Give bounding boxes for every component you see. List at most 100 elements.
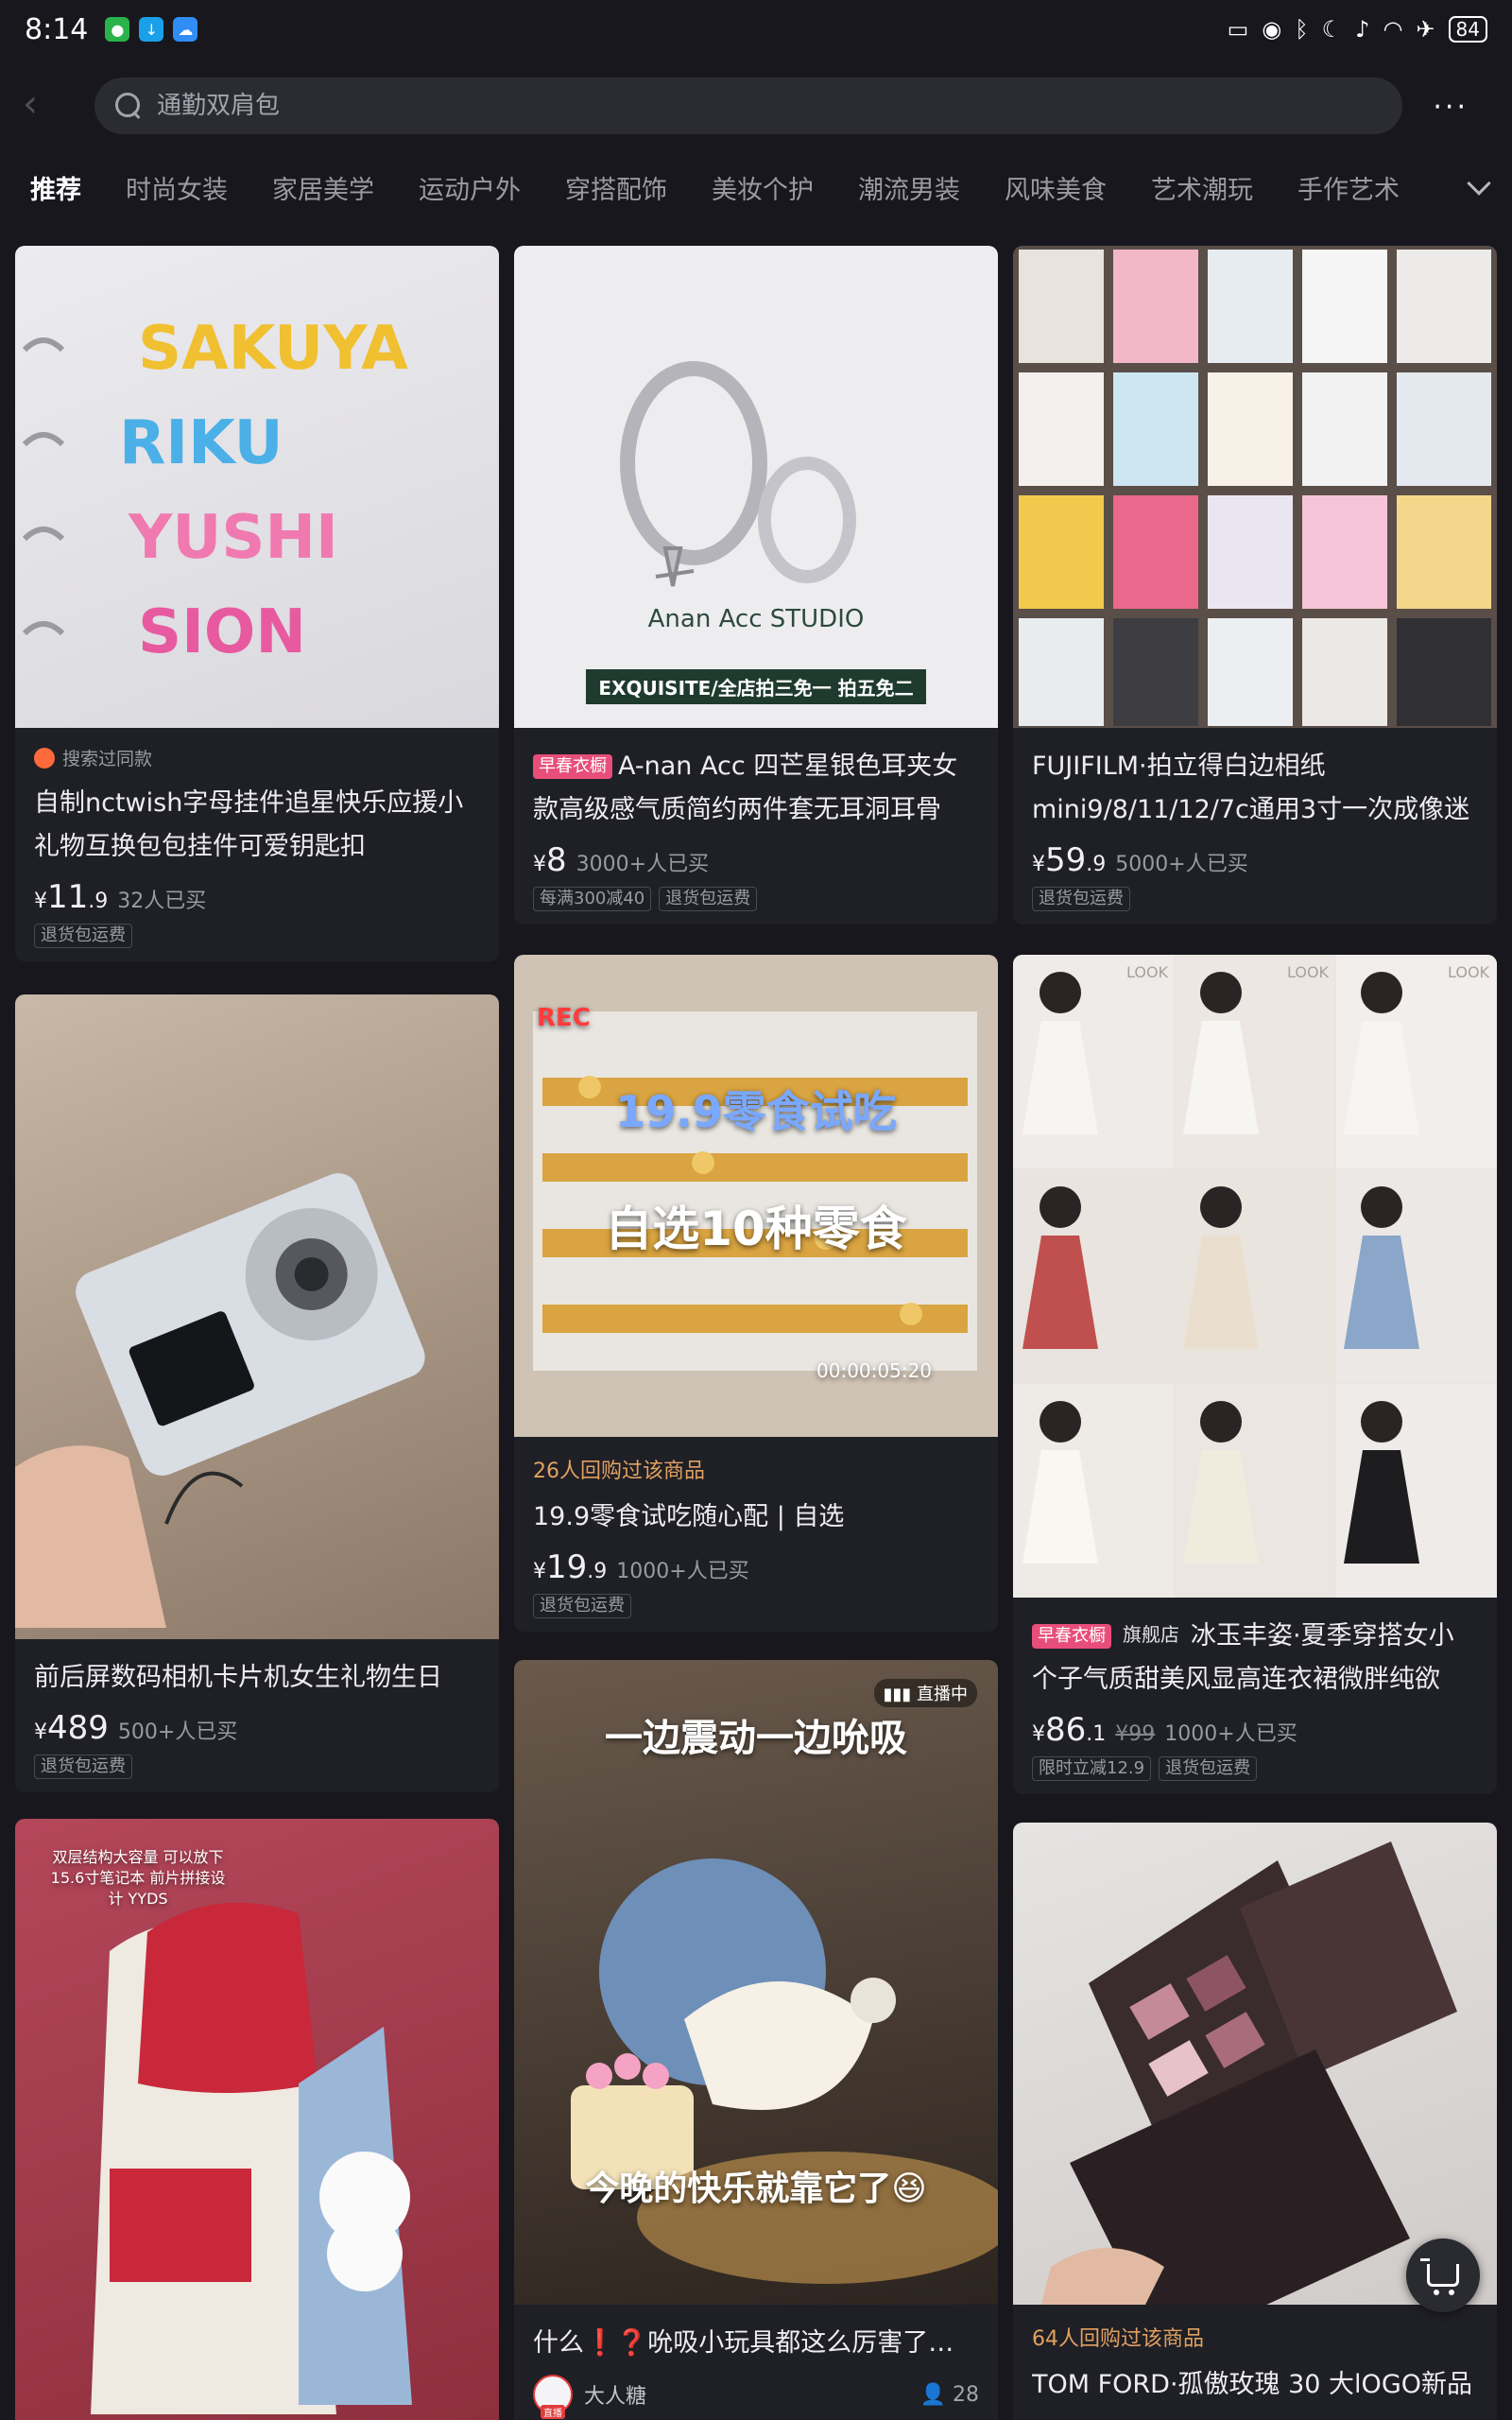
live-text: 直播中 xyxy=(917,1685,968,1704)
keychain-illustration: SAKUYA RIKU YUSHI SION xyxy=(22,314,408,667)
sold-count: 1000+人已买 xyxy=(616,1560,749,1583)
tab-mens-fashion[interactable]: 潮流男装 xyxy=(858,169,960,206)
product-card[interactable]: ▮▮▮ 直播中 一边震动一边吮吸 今晚的快乐就靠它了😆 什么❗❓吮吸小玩具都这么… xyxy=(514,1660,998,2420)
product-card[interactable]: 64人回购过该商品 TOM FORD·孤傲玫瑰 30 大lOGO新品 xyxy=(1013,1823,1497,2420)
price-decimal: .9 xyxy=(88,890,109,913)
product-tag: 退货包运费 xyxy=(34,924,132,948)
look-label: LOOK xyxy=(1448,963,1490,981)
sold-count: 500+人已买 xyxy=(117,1720,238,1744)
product-card[interactable]: 前后屏数码相机卡片机女生礼物生日 ¥489 500+人已买 退货包运费 xyxy=(15,994,499,1792)
look-label: LOOK xyxy=(1287,963,1330,981)
earring-illustration xyxy=(620,361,856,587)
product-title[interactable]: 早春衣橱 旗舰店 冰玉丰姿·夏季穿搭女小个子气质甜美风显高连衣裙微胖纯欲 xyxy=(1032,1615,1478,1702)
product-tag: 限时立减12.9 xyxy=(1032,1756,1152,1781)
cart-button[interactable] xyxy=(1406,2238,1480,2312)
image-letters: SION xyxy=(138,597,306,667)
promo-banner: EXQUISITE/全店拍三免一 拍五免二 xyxy=(586,669,926,704)
product-image: 双层结构大容量 可以放下15.6寸笔记本 前片拼接设计 YYDS xyxy=(15,1819,499,2420)
eye-icon: ◉ xyxy=(1262,16,1282,43)
dress-looks-illustration: LOOK LOOK LOOK xyxy=(1013,955,1497,1598)
brand-caption: Anan Acc STUDIO xyxy=(647,605,865,633)
product-price: ¥11.9 xyxy=(34,878,108,916)
wifi-icon: ◠ xyxy=(1383,16,1403,43)
tab-sports[interactable]: 运动户外 xyxy=(419,169,521,206)
product-title[interactable]: FUJIFILM·拍立得白边相纸mini9/8/11/12/7c通用3寸一次成像… xyxy=(1032,745,1478,832)
currency-symbol: ¥ xyxy=(533,1560,546,1583)
product-tag: 退货包运费 xyxy=(34,1754,132,1779)
product-card[interactable]: Anan Acc STUDIO EXQUISITE/全店拍三免一 拍五免二 早春… xyxy=(514,246,998,925)
tab-womens-fashion[interactable]: 时尚女装 xyxy=(126,169,228,206)
product-card[interactable]: FUJIFILM·拍立得白边相纸mini9/8/11/12/7c通用3寸一次成像… xyxy=(1013,246,1497,925)
price-integer: 8 xyxy=(546,841,567,879)
tab-art-toys[interactable]: 艺术潮玩 xyxy=(1151,169,1253,206)
product-tag: 退货包运费 xyxy=(533,1594,631,1618)
product-title[interactable]: 早春衣橱 A-nan Acc 四芒星银色耳夹女款高级感气质简约两件套无耳洞耳骨 xyxy=(533,745,979,832)
original-price: ¥99 xyxy=(1115,1722,1156,1746)
price-integer: 59 xyxy=(1045,841,1087,879)
look-label: LOOK xyxy=(1126,963,1169,981)
product-image xyxy=(1013,246,1497,728)
product-title[interactable]: 19.9零食试吃随心配 | 自选 xyxy=(533,1495,979,1539)
product-image: ▮▮▮ 直播中 一边震动一边吮吸 今晚的快乐就靠它了😆 xyxy=(514,1660,998,2305)
video-timestamp: 00:00:05:20 xyxy=(816,1359,933,1382)
product-card[interactable]: SAKUYA RIKU YUSHI SION 搜索过同款 自制nctwish字母… xyxy=(15,246,499,961)
author-name[interactable]: 大人糖 xyxy=(584,2379,646,2410)
price-decimal: .1 xyxy=(1086,1722,1107,1746)
currency-symbol: ¥ xyxy=(34,1720,47,1744)
eyeshadow-palette-illustration xyxy=(1041,1841,1457,2305)
tab-beauty[interactable]: 美妆个护 xyxy=(712,169,814,206)
collection-badge: 早春衣橱 xyxy=(1032,1624,1111,1649)
product-image: LOOK LOOK LOOK xyxy=(1013,955,1497,1598)
moon-icon: ☾ xyxy=(1321,16,1343,43)
search-row: ‹ ··· xyxy=(0,74,1512,136)
live-badge: ▮▮▮ 直播中 xyxy=(873,1679,977,1707)
airplane-icon: ✈ xyxy=(1416,16,1435,43)
image-headline: 19.9零食试吃 xyxy=(615,1086,897,1137)
film-packs-illustration xyxy=(1019,250,1491,726)
image-subheadline: 今晚的快乐就靠它了😆 xyxy=(585,2169,927,2208)
back-button[interactable]: ‹ xyxy=(23,85,57,123)
product-tag: 退货包运费 xyxy=(659,887,758,911)
repurchase-hint: 26人回购过该商品 xyxy=(533,1460,705,1483)
wechat-icon: ● xyxy=(105,17,130,42)
product-card[interactable]: LOOK LOOK LOOK 早春衣橱 旗舰店 冰玉丰姿·夏季穿搭女小个子气质甜美风… xyxy=(1013,955,1497,1794)
bluetooth-icon: ᛒ xyxy=(1295,16,1309,43)
tab-food[interactable]: 风味美食 xyxy=(1005,169,1107,206)
product-title[interactable]: 自制nctwish字母挂件追星快乐应援小礼物互换包包挂件可爱钥匙扣 xyxy=(34,782,480,869)
collection-badge: 早春衣橱 xyxy=(533,754,612,779)
avatar[interactable] xyxy=(533,2375,573,2419)
tab-recommend[interactable]: 推荐 xyxy=(30,169,81,206)
currency-symbol: ¥ xyxy=(34,890,47,913)
product-title[interactable]: 前后屏数码相机卡片机女生礼物生日 xyxy=(34,1656,480,1700)
price-integer: 489 xyxy=(47,1709,109,1747)
search-input[interactable] xyxy=(157,92,1291,120)
product-title[interactable]: 什么❗❓吮吸小玩具都这么厉害了… xyxy=(533,2322,979,2365)
product-image: SAKUYA RIKU YUSHI SION xyxy=(15,246,499,728)
product-card[interactable]: REC 19.9零食试吃 自选10种零食 00:00:05:20 26人回购过该… xyxy=(514,955,998,1632)
more-options-button[interactable]: ··· xyxy=(1433,91,1469,124)
product-image xyxy=(15,994,499,1639)
product-image xyxy=(1013,1823,1497,2305)
viewer-count: 👤 28 xyxy=(920,2383,979,2407)
price-integer: 86 xyxy=(1045,1711,1087,1749)
tab-accessories[interactable]: 穿搭配饰 xyxy=(565,169,667,206)
image-subheadline: 自选10种零食 xyxy=(605,1201,907,1256)
search-box[interactable] xyxy=(94,78,1402,134)
user-icon: 👤 xyxy=(919,2382,946,2407)
image-letters: RIKU xyxy=(119,408,284,478)
tabs-expand-button[interactable] xyxy=(1408,159,1512,216)
battery-icon: 84 xyxy=(1448,16,1487,43)
tab-handcraft[interactable]: 手作艺术 xyxy=(1297,169,1400,206)
product-tag: 退货包运费 xyxy=(1032,887,1130,911)
product-card[interactable]: 双层结构大容量 可以放下15.6寸笔记本 前片拼接设计 YYDS xyxy=(15,1819,499,2420)
flagship-badge: 旗舰店 xyxy=(1123,1623,1179,1646)
product-price: ¥86.1 xyxy=(1032,1711,1106,1749)
viewer-number: 28 xyxy=(953,2382,979,2407)
price-decimal: .9 xyxy=(1086,853,1107,876)
status-bar: 8:14 ● ↓ ☁ ▭ ◉ ᛒ ☾ ♪ ◠ ✈ 84 xyxy=(0,0,1512,59)
rec-indicator: REC xyxy=(537,1004,591,1032)
currency-symbol: ¥ xyxy=(1032,853,1045,876)
product-title[interactable]: TOM FORD·孤傲玫瑰 30 大lOGO新品 xyxy=(1032,2363,1478,2407)
tab-home[interactable]: 家居美学 xyxy=(272,169,374,206)
mute-icon: ♪ xyxy=(1355,16,1370,43)
